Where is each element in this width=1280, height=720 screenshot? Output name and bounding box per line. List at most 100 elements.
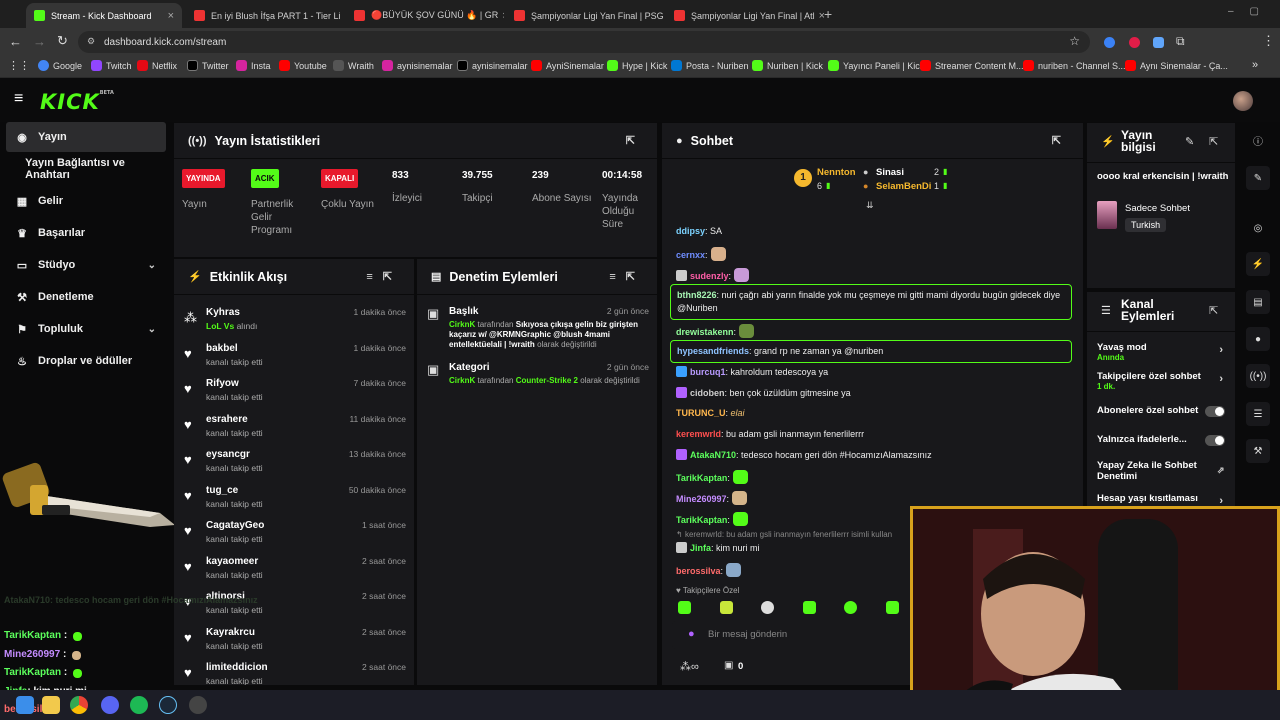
bookmark[interactable]: Youtube [279,60,327,71]
file-explorer-icon[interactable] [42,696,60,714]
close-icon[interactable]: × [815,10,824,22]
windows-start-icon[interactable] [16,696,34,714]
bookmark[interactable]: aynisinemalar [382,60,453,71]
popout-icon[interactable]: ⇱ [626,134,645,147]
extension-icon[interactable] [1104,37,1115,48]
gift-icon[interactable]: ▣ [724,660,733,671]
hamburger-icon[interactable]: ≡ [14,90,23,108]
steam-icon[interactable] [159,696,177,714]
bookmark[interactable]: Netflix [137,60,177,71]
feed-username: Kayrakrcu [206,626,255,638]
emote-button[interactable] [720,601,733,614]
close-icon[interactable]: × [164,10,174,22]
emote-button[interactable] [678,601,691,614]
close-icon[interactable]: × [498,10,504,22]
popout-icon[interactable]: ⇱ [1052,134,1071,147]
puzzle-icon[interactable]: ⧉ [1176,34,1185,49]
subscribers-only-toggle[interactable] [1205,406,1225,417]
sidebar-item-topluluk[interactable]: ⚑ Topluluk ⌄ [6,314,166,344]
browser-tab[interactable]: Stream - Kick Dashboard × [26,3,182,28]
emote-button[interactable] [803,601,816,614]
browser-tab[interactable]: En iyi Blush İfşa PART 1 - Tier Li × [186,3,344,28]
bookmark[interactable]: nuriben - Channel S... [1023,60,1126,71]
list-icon[interactable]: ☰ [1246,402,1270,426]
url-field[interactable]: ⚙ dashboard.kick.com/stream ☆ [78,31,1090,53]
kick-icon [607,60,618,71]
chrome-icon[interactable] [70,696,88,714]
broadcast-icon[interactable]: ((•)) [1246,364,1270,388]
new-tab-icon[interactable]: + [824,6,832,22]
forward-icon[interactable]: → [33,34,46,49]
bookmark[interactable]: Insta [236,60,271,71]
bookmark[interactable]: AyniSinemalar [531,60,604,71]
emote-button[interactable] [886,601,899,614]
sidebar-item-label: Denetleme [38,291,94,303]
sidebar-item-denetleme[interactable]: ⚒ Denetleme [6,282,166,312]
lightning-icon[interactable]: ⚡ [1246,252,1270,276]
apps-grid-icon[interactable]: ⋮⋮ [8,59,30,72]
feed-username: Rifyow [206,378,239,389]
sidebar-item-gelir[interactable]: ▦ Gelir [6,186,166,216]
site-info-icon[interactable]: ⚙ [87,36,95,47]
emotes-only-toggle[interactable] [1205,435,1225,446]
bookmark[interactable]: aynisinemalar [457,60,528,71]
document-icon[interactable]: ▤ [1246,290,1270,314]
collapse-icon[interactable]: ⇊ [866,200,874,211]
bookmark[interactable]: Twitter [187,60,229,71]
settings-icon[interactable] [189,696,207,714]
bookmark[interactable]: Aynı Sinemalar - Ça... [1125,60,1228,71]
info-icon[interactable]: ⓘ [1246,128,1270,152]
spotify-icon[interactable] [130,696,148,714]
sidebar-item-yayin[interactable]: ◉ Yayın [6,122,166,152]
sidebar-item-droplar[interactable]: ♨ Droplar ve ödüller [6,346,166,376]
popout-icon[interactable]: ⇱ [1209,135,1218,148]
chevron-down-icon: ⌄ [147,323,156,335]
browser-tab[interactable]: 🔴BÜYÜK ŞOV GÜNÜ 🔥 | GR × [346,3,504,28]
bookmark[interactable]: Yayıncı Paneli | Kick [828,60,924,71]
discord-icon[interactable] [101,696,119,714]
bookmarks-overflow-icon[interactable]: » [1252,59,1258,71]
extension-icon[interactable] [1129,37,1140,48]
chat-bubble-icon[interactable]: ● [1246,327,1270,351]
bookmark[interactable]: Wraith [333,60,374,71]
sidebar-item-basarilar[interactable]: ♛ Başarılar [6,218,166,248]
filter-icon[interactable]: ≡⇱ [366,270,402,283]
sidebar-item-studyo[interactable]: ▭ Stüdyo ⌄ [6,250,166,280]
bookmark[interactable]: Hype | Kick [607,60,667,71]
browser-tab[interactable]: Şampiyonlar Ligi Yan Final | PSG × [506,3,664,28]
bookmark[interactable]: Nuriben | Kick [752,60,823,71]
edit-icon[interactable]: ✎ [1246,166,1270,190]
feed-username: bakbel [206,342,238,354]
filter-icon[interactable]: ≡⇱ [609,270,645,283]
users-icon[interactable]: ⁂∞ [680,660,699,673]
reload-icon[interactable]: ↻ [57,33,68,49]
mod-action-time: 2 gün önce [606,362,649,372]
back-icon[interactable]: ← [9,34,22,49]
followers-only-setting[interactable]: Takipçilere özel sohbet 1 dk. › [1097,371,1225,391]
target-icon[interactable]: ◎ [1246,216,1270,240]
ai-moderation-setting[interactable]: Yapay Zeka ile Sohbet Denetimi ⇗ [1097,460,1225,482]
hammer-icon[interactable]: ⚒ [1246,439,1270,463]
bookmark[interactable]: Google [38,60,82,71]
bookmark[interactable]: Twitch [91,60,132,71]
sidebar-item-stream-key[interactable]: Yayın Bağlantısı ve Anahtarı [6,154,166,184]
bookmark[interactable]: Streamer Content M... [920,60,1024,71]
stat-label: İzleyici [392,193,423,204]
emote-button[interactable] [761,601,774,614]
sidebar-item-label: Yayın Bağlantısı ve Anahtarı [25,157,125,181]
emote-button[interactable] [844,601,857,614]
kick-logo[interactable]: KICKBETA [40,90,114,114]
extension-icon[interactable] [1153,37,1164,48]
close-icon[interactable]: × [341,10,344,22]
avatar[interactable] [1233,91,1253,111]
browser-tab[interactable]: Şampiyonlar Ligi Yan Final | Atl × [666,3,824,28]
slow-mode-setting[interactable]: Yavaş mod Anında › [1097,342,1225,362]
menu-icon[interactable]: ⋮ [1262,33,1275,49]
edit-icon[interactable]: ✎ [1185,135,1194,148]
microphone-icon[interactable]: ● [688,628,695,640]
popout-icon[interactable]: ⇱ [1209,304,1218,317]
account-age-setting[interactable]: Hesap yaşı kısıtlaması › [1097,493,1225,507]
bookmark[interactable]: Posta - Nuriben [671,60,749,71]
window-controls[interactable]: –▢ [1228,6,1275,17]
bookmark-star-icon[interactable]: ☆ [1069,34,1080,48]
